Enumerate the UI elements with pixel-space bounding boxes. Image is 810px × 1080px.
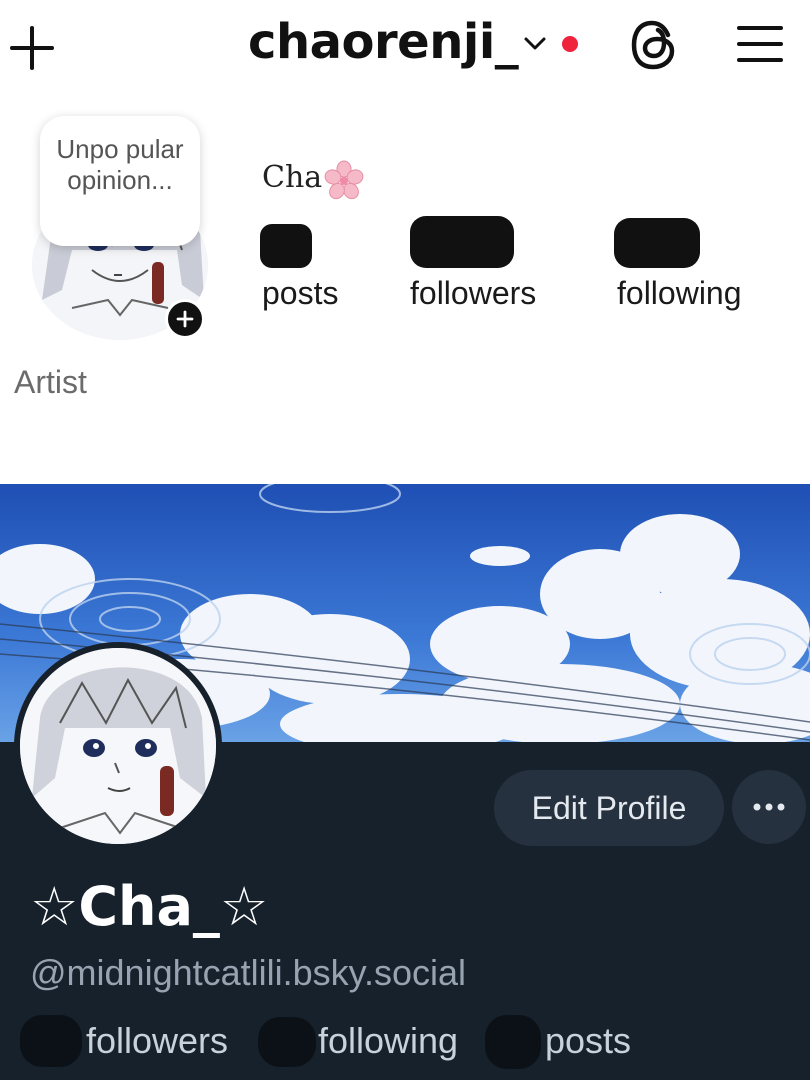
bluesky-posts-stat[interactable]: posts [545,1020,631,1062]
following-count-redacted [614,218,700,268]
display-name: ☆Cha_☆ [30,875,269,938]
bluesky-avatar[interactable] [14,642,222,850]
handle: @midnightcatlili.bsky.social [30,952,467,993]
posts-count-redacted [260,224,312,268]
create-post-icon[interactable] [8,24,56,72]
cherry-blossom-icon [324,160,364,200]
following-stat[interactable]: following [617,275,742,312]
bluesky-followers-stat[interactable]: followers [86,1020,228,1062]
posts-count-redacted [485,1015,541,1069]
note-bubble[interactable]: Unpo pular opinion... [40,116,200,246]
edit-profile-button[interactable]: Edit Profile [494,770,724,846]
posts-stat[interactable]: posts [262,275,338,312]
bluesky-following-stat[interactable]: following [318,1020,458,1062]
profile-name: Cha [262,160,323,195]
bio-text: Artist [14,364,87,400]
notification-dot [562,36,578,52]
hamburger-menu-icon[interactable] [736,22,784,66]
ellipsis-icon [753,803,785,811]
followers-count-redacted [20,1015,82,1067]
more-options-button[interactable] [732,770,806,844]
account-switcher-username[interactable]: chaorenji_ [248,14,519,70]
following-count-redacted [258,1017,316,1067]
followers-stat[interactable]: followers [410,275,536,312]
add-story-button[interactable] [165,299,205,339]
followers-count-redacted [410,216,514,268]
avatar [20,648,216,844]
instagram-header: chaorenji_ [0,0,810,95]
chevron-down-icon[interactable] [523,34,547,54]
threads-icon[interactable] [628,18,678,72]
plus-icon [176,310,194,328]
